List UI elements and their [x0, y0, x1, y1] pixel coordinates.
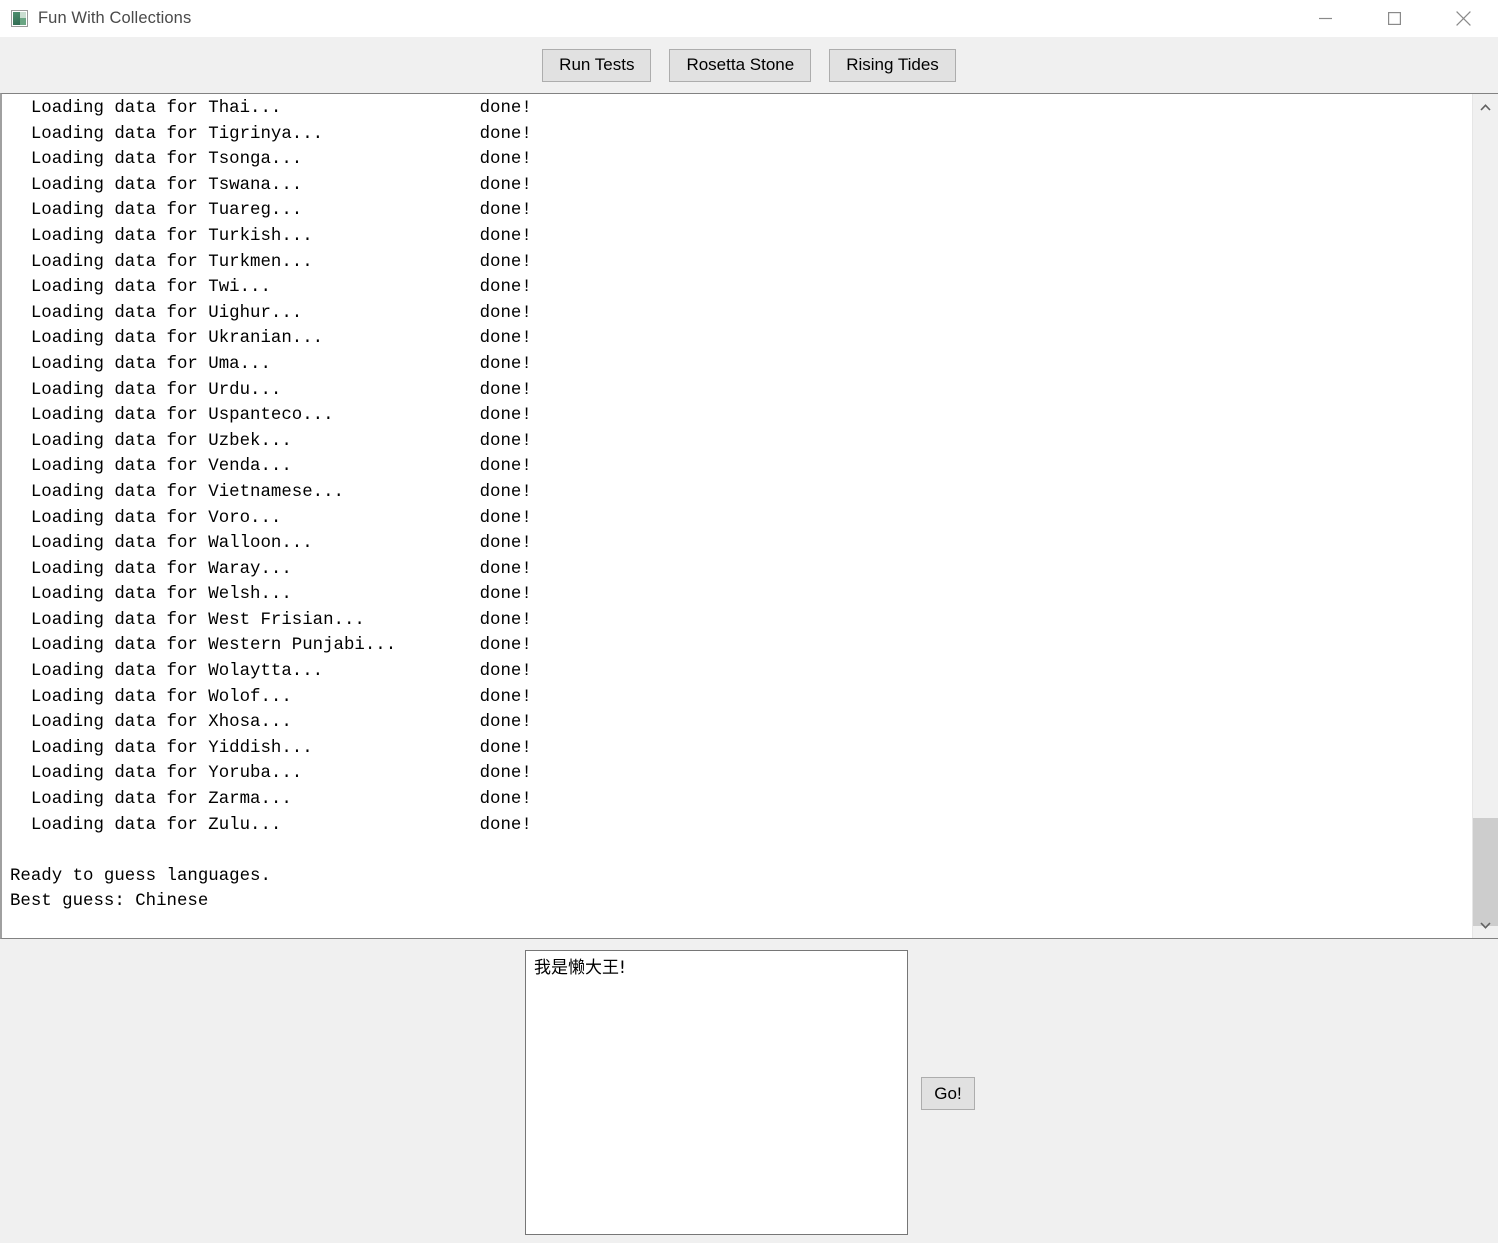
scrollbar-thumb[interactable] [1473, 818, 1498, 926]
console-log-line: Loading data for Wolof... done! [10, 687, 532, 707]
console-log-line: Loading data for Western Punjabi... done… [10, 636, 532, 656]
console-log-line: Loading data for Yoruba... done! [10, 764, 532, 784]
chevron-down-icon [1480, 921, 1491, 929]
console-log-line: Loading data for Twi... done! [10, 278, 532, 298]
console-log-line: Loading data for Zulu... done! [10, 815, 532, 835]
console-log-line: Loading data for Tswana... done! [10, 175, 532, 195]
window-title: Fun With Collections [38, 9, 192, 27]
run-tests-button[interactable]: Run Tests [542, 48, 652, 82]
console-log-line: Loading data for Vietnamese... done! [10, 482, 532, 502]
console-log-line: Loading data for Venda... done! [10, 457, 532, 477]
scroll-up-button[interactable] [1473, 96, 1498, 118]
text-input-value: 我是懒大王! [534, 958, 626, 978]
app-window-icon [11, 10, 28, 27]
console-log-line: Loading data for Xhosa... done! [10, 713, 532, 733]
console-log-line: Loading data for Zarma... done! [10, 790, 532, 810]
text-input-box[interactable]: 我是懒大王! [525, 950, 908, 1235]
console-log-line: Loading data for Tuareg... done! [10, 201, 532, 221]
chevron-up-icon [1480, 103, 1491, 111]
scroll-down-button[interactable] [1473, 914, 1498, 936]
minimize-icon [1319, 17, 1332, 20]
close-button[interactable] [1429, 0, 1498, 37]
console-log-line: Loading data for West Frisian... done! [10, 610, 532, 630]
maximize-icon [1388, 12, 1401, 25]
input-panel: 我是懒大王! Go! [0, 939, 1498, 1243]
minimize-button[interactable] [1291, 0, 1360, 37]
console-scrollbar[interactable] [1472, 94, 1498, 938]
application-window: Fun With Collections Run Tests Rosetta S… [0, 0, 1498, 1243]
console-log-line: Loading data for Tigrinya... done! [10, 124, 532, 144]
console-output-panel: Loading data for Thai... done! Loading d… [0, 93, 1498, 939]
console-log-line: Loading data for Voro... done! [10, 508, 532, 528]
console-log-line: Loading data for Wolaytta... done! [10, 662, 532, 682]
toolbar: Run Tests Rosetta Stone Rising Tides [0, 37, 1498, 93]
console-status-line: Ready to guess languages. [10, 866, 271, 886]
window-controls [1291, 0, 1498, 37]
console-log-line: Loading data for Waray... done! [10, 559, 532, 579]
maximize-button[interactable] [1360, 0, 1429, 37]
close-icon [1456, 11, 1471, 26]
console-log-line: Loading data for Ukranian... done! [10, 329, 532, 349]
go-button[interactable]: Go! [921, 1077, 975, 1110]
console-log-line: Loading data for Uzbek... done! [10, 431, 532, 451]
console-log-line: Loading data for Welsh... done! [10, 585, 532, 605]
console-log-line: Loading data for Tsonga... done! [10, 150, 532, 170]
console-log-line: Loading data for Uma... done! [10, 354, 532, 374]
console-log-line: Loading data for Yiddish... done! [10, 738, 532, 758]
title-bar-left: Fun With Collections [0, 9, 191, 28]
console-log-line: Loading data for Uighur... done! [10, 303, 532, 323]
console-log-line: Loading data for Turkmen... done! [10, 252, 532, 272]
console-log-line: Loading data for Uspanteco... done! [10, 406, 532, 426]
console-text: Loading data for Thai... done! Loading d… [2, 94, 1472, 915]
rising-tides-button[interactable]: Rising Tides [829, 48, 956, 82]
console-log-line: Loading data for Urdu... done! [10, 380, 532, 400]
console-log-line: Loading data for Walloon... done! [10, 534, 532, 554]
scrollbar-track[interactable] [1473, 118, 1498, 926]
console-log-line: Loading data for Turkish... done! [10, 226, 532, 246]
console-status-line: Best guess: Chinese [10, 892, 209, 912]
title-bar: Fun With Collections [0, 0, 1498, 37]
console-log-line: Loading data for Thai... done! [10, 99, 532, 118]
rosetta-stone-button[interactable]: Rosetta Stone [669, 48, 812, 82]
console-output[interactable]: Loading data for Thai... done! Loading d… [2, 94, 1472, 938]
